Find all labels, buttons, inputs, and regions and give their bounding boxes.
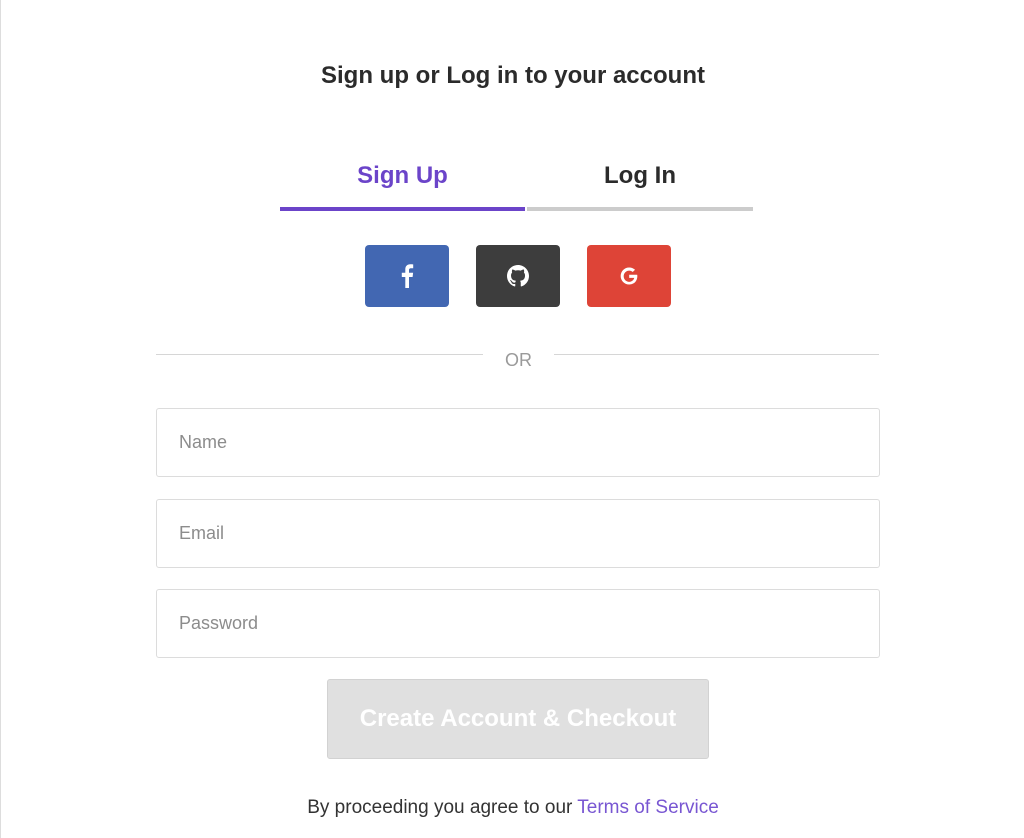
facebook-login-button[interactable] [365,245,449,307]
terms-prefix: By proceeding you agree to our [307,797,573,818]
terms-notice: By proceeding you agree to our Terms of … [1,797,1024,819]
terms-of-service-link[interactable]: Terms of Service [577,797,718,818]
password-field[interactable] [156,589,880,658]
google-login-button[interactable] [587,245,671,307]
divider-line-left [156,354,483,355]
divider-line-right [554,354,879,355]
create-account-checkout-button[interactable]: Create Account & Checkout [327,679,709,759]
github-icon [507,265,529,287]
name-field[interactable] [156,408,880,477]
auth-tabs: Sign Up Log In [280,155,753,211]
page-frame: Sign up or Log in to your account Sign U… [0,0,1024,838]
or-separator: OR [505,350,532,370]
page-title: Sign up or Log in to your account [321,62,705,89]
facebook-icon [401,264,414,288]
github-login-button[interactable] [476,245,560,307]
email-field[interactable] [156,499,880,568]
google-icon [620,267,638,285]
tab-sign-up[interactable]: Sign Up [280,155,525,211]
tab-log-in[interactable]: Log In [527,155,753,211]
